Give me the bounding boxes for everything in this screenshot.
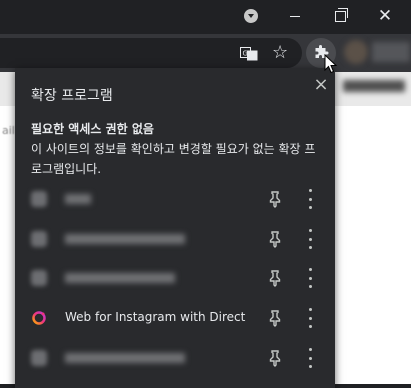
extension-icon — [31, 231, 47, 247]
minimize-button[interactable] — [272, 0, 318, 32]
close-icon: ✕ — [377, 6, 393, 26]
more-options-icon[interactable] — [307, 348, 313, 368]
extension-row[interactable] — [15, 258, 335, 298]
popup-title: 확장 프로그램 — [31, 88, 113, 104]
pin-icon[interactable] — [267, 309, 283, 327]
close-window-button[interactable]: ✕ — [362, 0, 408, 32]
section-title: 필요한 액세스 권한 없음 — [31, 122, 154, 136]
browser-toolbar: G ☆ — [0, 34, 411, 72]
popup-close-button[interactable]: × — [311, 74, 331, 95]
extension-name-blurred — [65, 234, 185, 244]
restore-icon — [334, 7, 348, 22]
pin-icon[interactable] — [267, 190, 283, 208]
extension-icon — [31, 191, 47, 207]
extension-icon — [31, 270, 47, 286]
address-bar[interactable]: G ☆ — [0, 38, 302, 68]
svg-text:G: G — [243, 50, 248, 58]
page-right-panel — [334, 106, 410, 384]
extension-name-blurred — [65, 194, 91, 204]
profile-avatar[interactable] — [344, 40, 368, 64]
minimize-icon — [290, 15, 300, 17]
more-options-icon[interactable] — [307, 308, 313, 328]
section-description: 이 사이트의 정보를 확인하고 변경할 필요가 없는 확장 프로그램입니다. — [31, 142, 316, 176]
translate-icon[interactable]: G — [240, 47, 258, 61]
more-options-icon[interactable] — [307, 268, 313, 288]
restore-button[interactable] — [317, 0, 363, 32]
extension-name-blurred — [65, 273, 175, 283]
browser-title-bar: ✕ — [0, 0, 411, 34]
bookmark-star-icon[interactable]: ☆ — [272, 42, 288, 63]
instagram-ring-icon — [32, 311, 46, 325]
toolbar-right-area — [372, 42, 410, 62]
extensions-popup: 확장 프로그램 × 필요한 액세스 권한 없음 이 사이트의 정보를 확인하고 … — [15, 68, 335, 388]
extension-row[interactable] — [15, 179, 335, 219]
extension-name-blurred — [65, 353, 185, 363]
pin-icon[interactable] — [267, 349, 283, 367]
pin-icon[interactable] — [267, 230, 283, 248]
more-options-icon[interactable] — [307, 189, 313, 209]
extension-icon — [31, 350, 47, 366]
extension-name: Web for Instagram with Direct — [65, 310, 246, 324]
extension-row[interactable] — [15, 338, 335, 378]
download-indicator-button[interactable] — [228, 0, 274, 32]
more-options-icon[interactable] — [307, 229, 313, 249]
page-header-text — [343, 80, 405, 92]
extension-row[interactable] — [15, 219, 335, 259]
pin-icon[interactable] — [267, 269, 283, 287]
extension-row-web-for-instagram[interactable]: Web for Instagram with Direct — [15, 298, 335, 338]
mouse-cursor-icon — [324, 54, 338, 74]
download-indicator-icon — [244, 9, 258, 23]
